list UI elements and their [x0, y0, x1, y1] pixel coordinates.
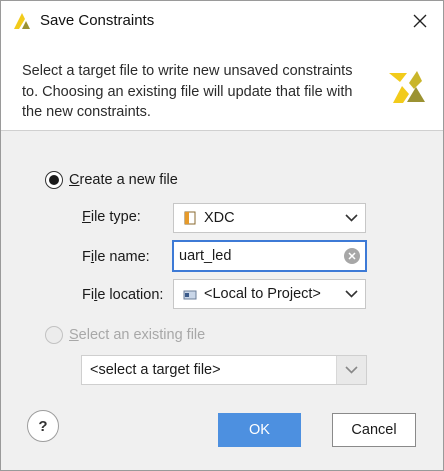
select-existing-file-radio[interactable]	[45, 326, 63, 344]
create-new-file-radio[interactable]	[45, 171, 63, 189]
file-location-label: File location:	[82, 287, 164, 303]
cancel-button[interactable]: Cancel	[332, 413, 416, 447]
select-existing-file-option[interactable]: Select an existing file	[45, 326, 205, 344]
close-icon	[413, 14, 427, 28]
file-location-select[interactable]: <Local to Project>	[173, 279, 366, 309]
chevron-down-icon	[337, 280, 365, 308]
clear-icon	[348, 252, 356, 260]
file-type-select[interactable]: XDC	[173, 203, 366, 233]
clear-input-button[interactable]	[344, 248, 360, 264]
file-location-value: <Local to Project>	[204, 286, 321, 302]
create-new-file-option[interactable]: Create a new file	[45, 171, 178, 189]
file-type-label: File type:	[82, 209, 141, 225]
ok-button[interactable]: OK	[218, 413, 301, 447]
help-button[interactable]: ?	[27, 410, 59, 442]
dialog-header: Select a target file to write new unsave…	[1, 41, 443, 131]
window-title: Save Constraints	[40, 12, 155, 29]
chevron-down-icon	[337, 204, 365, 232]
target-file-value: <select a target file>	[90, 362, 221, 378]
select-existing-file-label: Select an existing file	[69, 327, 206, 343]
close-button[interactable]	[397, 1, 443, 41]
file-name-field[interactable]	[172, 240, 367, 272]
local-project-icon	[182, 286, 198, 302]
file-type-value: XDC	[204, 210, 235, 226]
xdc-file-icon	[182, 210, 198, 226]
chevron-down-icon	[336, 356, 366, 384]
dialog-body: Create a new file File type: XDC File na…	[1, 132, 443, 470]
create-new-file-label: Create a new file	[69, 172, 178, 188]
file-name-input[interactable]	[179, 248, 339, 264]
vivado-logo-icon	[389, 71, 425, 103]
file-name-label: File name:	[82, 249, 150, 265]
save-constraints-dialog: Save Constraints Select a target file to…	[0, 0, 444, 471]
header-description: Select a target file to write new unsave…	[22, 63, 353, 120]
target-file-select[interactable]: <select a target file>	[81, 355, 367, 385]
title-bar: Save Constraints	[1, 1, 443, 41]
vivado-logo-icon	[14, 13, 30, 29]
